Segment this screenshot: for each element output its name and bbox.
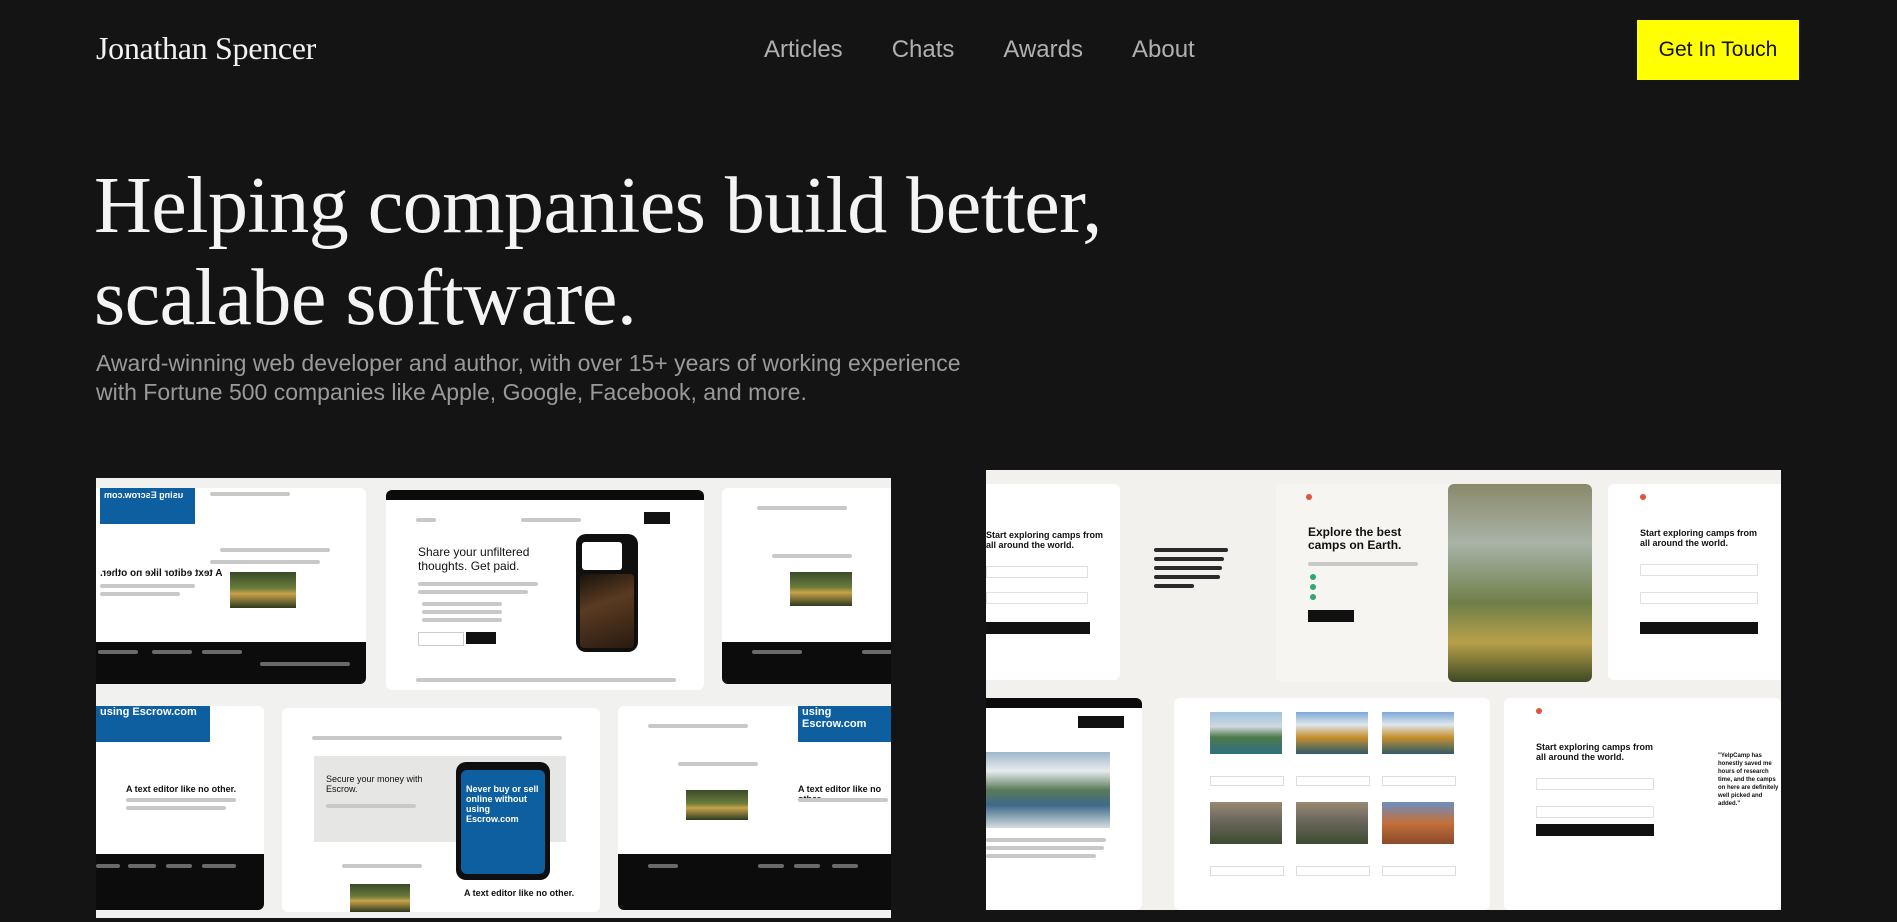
mock-phone-heading: Never buy or sell online without using E… (466, 784, 539, 824)
portfolio-screenshot-escrow[interactable]: using Escrow.com A text editor like no o… (96, 478, 891, 918)
mock-quote-text: "YelpCamp has honestly saved me hours of… (1718, 753, 1779, 807)
hero-title: Helping companies build better, scalabe … (94, 160, 1294, 344)
mock-page-card: Secure your money with Escrow. Never buy… (282, 708, 600, 912)
nav-link-articles[interactable]: Articles (764, 36, 843, 64)
mock-page-card (1174, 698, 1490, 910)
portfolio-screenshot-yelpcamp[interactable]: Start exploring camps from all around th… (986, 470, 1781, 910)
mock-page-card: using Escrow.com A text editor like no o… (96, 706, 264, 910)
nav-link-about[interactable]: About (1132, 36, 1195, 64)
mock-page-card: using Escrow.com A text editor like no o… (96, 488, 366, 684)
mock-page-card (986, 698, 1142, 910)
mock-page-card: Start exploring camps from all around th… (1504, 698, 1781, 910)
mock-headline: Share your unfiltered thoughts. Get paid… (418, 545, 530, 573)
site-header: Jonathan Spencer Articles Chats Awards A… (0, 0, 1897, 100)
mock-page-card: Start exploring camps from all around th… (1608, 484, 1781, 680)
main-nav: Articles Chats Awards About (764, 36, 1195, 64)
hero-subtitle: Award-winning web developer and author, … (96, 350, 961, 405)
hero-title-line-1: Helping companies build better, (94, 162, 1102, 250)
mock-brand-text: using Escrow.com (104, 490, 184, 500)
mock-page-card (722, 488, 891, 684)
get-in-touch-button[interactable]: Get In Touch (1637, 20, 1799, 80)
nav-link-chats[interactable]: Chats (892, 36, 955, 64)
site-logo[interactable]: Jonathan Spencer (96, 30, 316, 67)
mock-page-card: Explore the best camps on Earth. (1276, 484, 1592, 682)
hero-title-line-2: scalabe software. (94, 254, 637, 342)
mock-quote (1154, 548, 1234, 588)
mock-start-heading: Start exploring camps from all around th… (986, 530, 1104, 550)
mock-page-card: using Escrow.com A text editor like no o… (618, 706, 891, 910)
mock-explore-heading: Explore the best camps on Earth. (1308, 525, 1402, 552)
mock-secure-heading: Secure your money with Escrow. (326, 774, 423, 794)
nav-link-awards[interactable]: Awards (1003, 36, 1083, 64)
mock-editor-heading: A text editor like no other. (126, 784, 237, 794)
mock-page-card: Start exploring camps from all around th… (986, 484, 1120, 680)
mock-page-card: Share your unfiltered thoughts. Get paid… (386, 490, 704, 690)
